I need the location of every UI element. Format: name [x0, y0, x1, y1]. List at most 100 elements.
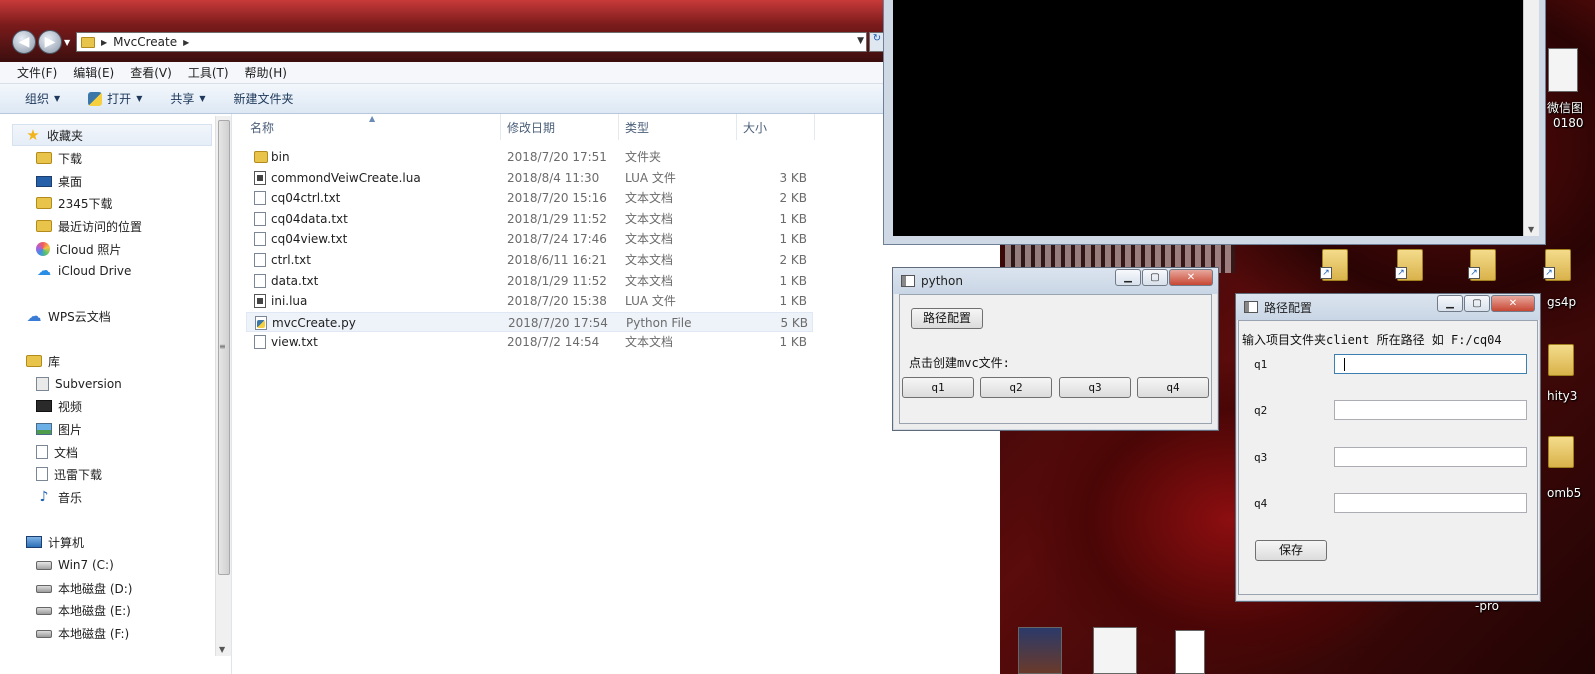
- file-row[interactable]: data.txt 2018/1/29 11:52 文本文档 1 KB: [246, 271, 813, 291]
- nav-icloud-photos[interactable]: iCloud 照片: [36, 238, 121, 260]
- grip-icon: ≡: [219, 342, 226, 351]
- python-window: python ▁ ▢ ✕ 路径配置 点击创建mvc文件: q1 q2 q3 q4: [892, 267, 1219, 431]
- column-header-type[interactable]: 类型: [625, 114, 737, 140]
- file-row[interactable]: cq04view.txt 2018/7/24 17:46 文本文档 1 KB: [246, 229, 813, 249]
- minimize-button[interactable]: ▁: [1115, 269, 1141, 286]
- desktop-document-icon[interactable]: [1175, 630, 1205, 674]
- nav-pictures[interactable]: 图片: [36, 418, 82, 440]
- column-header-size[interactable]: 大小: [743, 114, 815, 140]
- path-config-button[interactable]: 路径配置: [911, 308, 983, 329]
- nav-label: 文档: [54, 445, 79, 460]
- nav-drive-d[interactable]: 本地磁盘 (D:): [36, 577, 132, 599]
- nav-desktop[interactable]: 桌面: [36, 170, 82, 192]
- nav-videos[interactable]: 视频: [36, 395, 82, 417]
- address-bar[interactable]: ▶ MvcCreate ▶ ▼: [76, 32, 867, 52]
- q2-button[interactable]: q2: [980, 377, 1052, 398]
- open-button[interactable]: 打开 ▼: [88, 90, 142, 107]
- desktop-folder-icon[interactable]: [1548, 340, 1578, 378]
- desktop-folder-icon[interactable]: ↗: [1320, 245, 1352, 283]
- q3-path-input[interactable]: [1334, 447, 1527, 467]
- share-button[interactable]: 共享 ▼: [170, 90, 205, 107]
- file-row[interactable]: view.txt 2018/7/2 14:54 文本文档 1 KB: [246, 332, 813, 352]
- desktop-thumbnail-icon[interactable]: [1018, 627, 1062, 674]
- desktop-folder-icon[interactable]: ↗: [1543, 245, 1575, 283]
- window-title-bar[interactable]: python ▁ ▢ ✕: [893, 268, 1218, 294]
- desktop-image-icon[interactable]: [1548, 48, 1578, 92]
- text-file-icon: [254, 273, 266, 288]
- desktop-folder-icon[interactable]: ↗: [1395, 245, 1427, 283]
- scroll-down-icon[interactable]: ▼: [219, 645, 225, 654]
- nav-documents[interactable]: 文档: [36, 441, 78, 463]
- back-button[interactable]: ◀: [12, 30, 36, 54]
- nav-xunlei-downloads[interactable]: 迅雷下载: [36, 463, 102, 485]
- nav-recent-places[interactable]: 最近访问的位置: [36, 215, 142, 237]
- nav-computer[interactable]: 计算机: [26, 531, 84, 553]
- scroll-down-icon[interactable]: ▼: [1528, 225, 1534, 234]
- save-button[interactable]: 保存: [1255, 540, 1327, 561]
- text-cursor: [1344, 358, 1345, 371]
- nav-label: iCloud Drive: [58, 264, 132, 278]
- window-title-bar[interactable]: 路径配置 ▁ ▢ ✕: [1236, 294, 1540, 320]
- column-header-name[interactable]: 名称: [250, 114, 501, 140]
- menu-tools[interactable]: 工具(T): [188, 64, 229, 81]
- nav-music[interactable]: ♪ 音乐: [36, 486, 82, 508]
- nav-2345-downloads[interactable]: 2345下载: [36, 192, 113, 214]
- menu-edit[interactable]: 编辑(E): [73, 64, 114, 81]
- q2-path-input[interactable]: [1334, 400, 1527, 420]
- recent-pages-dropdown-icon[interactable]: ▼: [64, 38, 70, 47]
- file-name: ini.lua: [271, 294, 308, 309]
- nav-drive-e[interactable]: 本地磁盘 (E:): [36, 599, 131, 621]
- file-row[interactable]: ctrl.txt 2018/6/11 16:21 文本文档 2 KB: [246, 250, 813, 270]
- maximize-button[interactable]: ▢: [1464, 295, 1490, 312]
- console-scrollbar[interactable]: ▼: [1523, 0, 1539, 236]
- window-title: python: [921, 274, 963, 288]
- menu-view[interactable]: 查看(V): [130, 64, 172, 81]
- nav-favorites[interactable]: ★ 收藏夹: [12, 124, 212, 146]
- chevron-right-icon[interactable]: ▶: [101, 38, 107, 47]
- desktop-folder-icon[interactable]: ↗: [1468, 245, 1500, 283]
- file-size: 3 KB: [779, 170, 807, 185]
- file-row[interactable]: commondVeiwCreate.lua 2018/8/4 11:30 LUA 文…: [246, 168, 813, 188]
- desktop-label: hity3: [1547, 389, 1578, 403]
- downloads-folder-icon: [36, 152, 52, 164]
- breadcrumb[interactable]: MvcCreate: [113, 35, 177, 49]
- nav-icloud-drive[interactable]: ☁ iCloud Drive: [36, 260, 131, 282]
- forward-button[interactable]: ▶: [38, 30, 62, 54]
- nav-wps-cloud[interactable]: ☁ WPS云文档: [26, 305, 111, 327]
- maximize-button[interactable]: ▢: [1142, 269, 1168, 286]
- file-row[interactable]: cq04data.txt 2018/1/29 11:52 文本文档 1 KB: [246, 209, 813, 229]
- menu-help[interactable]: 帮助(H): [245, 64, 287, 81]
- minimize-button[interactable]: ▁: [1437, 295, 1463, 312]
- q1-path-input[interactable]: [1334, 354, 1527, 374]
- organize-button[interactable]: 组织 ▼: [25, 90, 60, 107]
- file-row[interactable]: cq04ctrl.txt 2018/7/20 15:16 文本文档 2 KB: [246, 188, 813, 208]
- close-button[interactable]: ✕: [1169, 269, 1213, 286]
- q4-button[interactable]: q4: [1137, 377, 1209, 398]
- text-file-icon: [254, 211, 266, 226]
- desktop-folder-icon[interactable]: [1548, 432, 1578, 470]
- q4-path-input[interactable]: [1334, 493, 1527, 513]
- nav-drive-f[interactable]: 本地磁盘 (F:): [36, 622, 129, 644]
- nav-drive-c[interactable]: Win7 (C:): [36, 554, 114, 576]
- menu-file[interactable]: 文件(F): [17, 64, 57, 81]
- close-button[interactable]: ✕: [1491, 295, 1535, 312]
- nav-libraries[interactable]: 库: [26, 350, 60, 372]
- nav-subversion[interactable]: Subversion: [36, 373, 122, 395]
- file-date: 2018/8/4 11:30: [507, 170, 600, 185]
- file-row[interactable]: ini.lua 2018/7/20 15:38 LUA 文件 1 KB: [246, 291, 813, 311]
- desktop-label: 微信图: [1547, 101, 1584, 115]
- new-folder-button[interactable]: 新建文件夹: [234, 90, 294, 107]
- chevron-right-icon[interactable]: ▶: [183, 38, 189, 47]
- address-dropdown-icon[interactable]: ▼: [857, 36, 864, 46]
- file-row[interactable]: bin 2018/7/20 17:51 文件夹: [246, 147, 813, 167]
- q3-button[interactable]: q3: [1059, 377, 1131, 398]
- console-output[interactable]: [893, 0, 1523, 236]
- q1-button[interactable]: q1: [902, 377, 974, 398]
- file-row[interactable]: mvcCreate.py 2018/7/20 17:54 Python File 5 …: [246, 311, 813, 332]
- nav-label: Win7 (C:): [58, 558, 114, 572]
- desktop-thumbnail-icon[interactable]: [1093, 627, 1137, 674]
- star-icon: ★: [26, 126, 40, 144]
- nav-scrollbar[interactable]: ≡ ▼: [215, 116, 231, 656]
- nav-downloads[interactable]: 下载: [36, 147, 82, 169]
- column-header-date[interactable]: 修改日期: [507, 114, 619, 140]
